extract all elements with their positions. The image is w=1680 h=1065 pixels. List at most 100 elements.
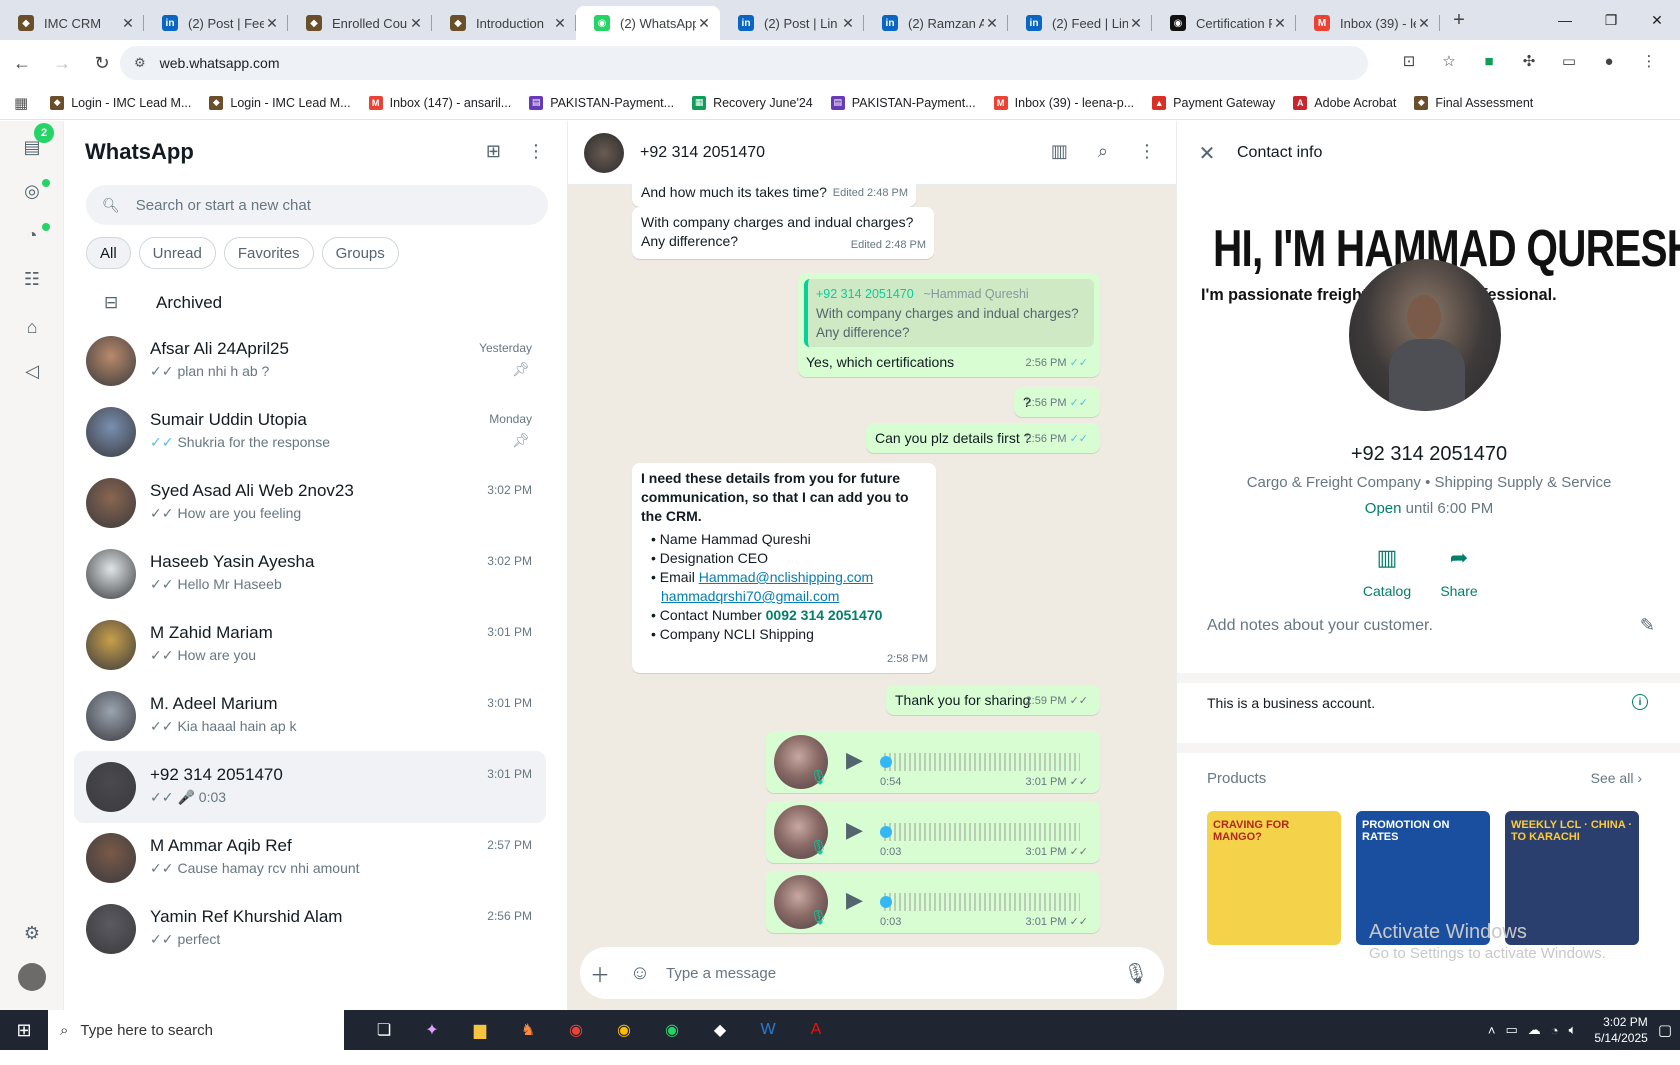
tab-close-icon[interactable]: ✕ [552,15,568,32]
install-app-icon[interactable]: ⊡ [1394,46,1424,76]
browser-tab[interactable]: in (2) Post | Feed ✕ [144,6,288,40]
browser-tab[interactable]: ◆ Enrolled Cour ✕ [288,6,432,40]
tab-close-icon[interactable]: ✕ [840,15,856,32]
voice-message[interactable]: 🎙︎ ▶ 0:54 3:01 PM ✓✓ [766,731,1100,793]
bookmark-item[interactable]: ▦ Recovery June'24 [692,95,813,110]
browser-tab[interactable]: ◆ IMC CRM ✕ [0,6,144,40]
bookmark-item[interactable]: ▤ PAKISTAN-Payment... [830,95,976,110]
message-input[interactable]: Type a message [660,965,1116,982]
waveform[interactable] [884,893,1080,911]
bookmark-item[interactable]: M Inbox (39) - leena-p... [993,95,1134,110]
profile-photo[interactable] [1349,259,1501,411]
chat-avatar[interactable] [86,691,136,741]
forward-icon[interactable]: → [44,45,80,81]
chat-row[interactable]: +92 314 2051470 ✓✓ 🎤 0:03 3:01 PM [74,751,546,823]
site-info-icon[interactable]: ⚙ [134,55,146,71]
filter-chip[interactable]: All [86,237,131,269]
browser-tab[interactable]: in (2) Feed | Link ✕ [1008,6,1152,40]
copilot-icon[interactable]: ✦ [408,1010,456,1050]
new-tab-icon[interactable]: + [1444,9,1474,32]
share-button[interactable]: ➦ Share [1423,545,1495,599]
playhead[interactable] [880,896,892,908]
chat-row[interactable]: Yamin Ref Khurshid Alam ✓✓ perfect 2:56 P… [74,893,546,965]
acrobat-icon[interactable]: A [792,1010,840,1050]
see-all-link[interactable]: See all › [1591,770,1642,786]
profile-avatar-icon[interactable]: ● [1594,46,1624,76]
wifi-icon[interactable]: ◔ [1551,1023,1559,1038]
browser-tab[interactable]: ◆ Introduction ✕ [432,6,576,40]
email-link-2[interactable]: hammadqrshi70@gmail.com [661,588,839,604]
browser-tab[interactable]: ◉ (2) WhatsApp ✕ [576,6,720,40]
browser-tab[interactable]: in (2) Ramzan Al ✕ [864,6,1008,40]
url-input[interactable]: ⚙ web.whatsapp.com [120,46,1368,80]
archived-row[interactable]: ⊟ Archived [104,281,222,325]
new-chat-icon[interactable]: ⊞ [486,141,501,162]
waveform[interactable] [884,753,1080,771]
settings-icon[interactable]: ⚙ [18,919,46,947]
chat-row[interactable]: M Zahid Mariam ✓✓ How are you 3:01 PM [74,609,546,681]
contact-avatar[interactable] [584,132,624,173]
bookmark-star-icon[interactable]: ☆ [1434,46,1464,76]
sidepanel-icon[interactable]: ▭ [1554,46,1584,76]
sticker-icon[interactable]: ☺ [620,962,660,985]
menu-icon[interactable]: ⋮ [527,141,545,162]
conversation-menu-icon[interactable]: ⋮ [1138,141,1156,162]
bookmark-item[interactable]: M Inbox (147) - ansaril... [368,95,511,110]
chat-row[interactable]: Syed Asad Ali Web 2nov23 ✓✓ How are you f… [74,467,546,539]
conversation-header[interactable]: +92 314 2051470 ▥ ⌕ ⋮ [568,121,1176,185]
chat-avatar[interactable] [86,833,136,883]
app-icon[interactable]: ◆ [696,1010,744,1050]
filter-chip[interactable]: Unread [138,237,216,269]
chrome-icon[interactable]: ◉ [552,1010,600,1050]
tab-close-icon[interactable]: ✕ [120,15,136,32]
chrome-menu-icon[interactable]: ⋮ [1634,46,1664,76]
apps-grid-icon[interactable]: ▦ [14,94,28,112]
browser-tab[interactable]: in (2) Post | Lin ✕ [720,6,864,40]
chat-avatar[interactable] [86,336,136,386]
attach-plus-icon[interactable]: ＋ [580,959,620,988]
message-bubble[interactable]: I need these details from you for future… [632,463,936,673]
file-explorer-icon[interactable]: ▆ [456,1010,504,1050]
notifications-icon[interactable]: ▢ [1658,1021,1672,1039]
cloud-icon[interactable]: ☁ [1528,1022,1541,1038]
chat-row[interactable]: M Ammar Aqib Ref ✓✓ Cause hamay rcv nhi a… [74,822,546,894]
message-bubble[interactable]: Can you plz details first ? 2:56 PM ✓✓ [866,423,1100,453]
bookmark-item[interactable]: ▤ PAKISTAN-Payment... [529,95,674,110]
playhead[interactable] [880,756,892,768]
chat-row[interactable]: M. Adeel Marium ✓✓ Kia haaal hain ap k 3:… [74,680,546,752]
tray-chevron-icon[interactable]: ˄ [1488,1023,1496,1038]
word-icon[interactable]: W [744,1010,792,1050]
extension-icon[interactable]: ■ [1474,46,1504,76]
back-icon[interactable]: ← [4,45,40,81]
email-link-1[interactable]: Hammad@nclishipping.com [699,569,874,585]
bookmark-item[interactable]: ◆ Login - IMC Lead M... [209,95,351,110]
microphone-icon[interactable]: 🎙︎ [1116,961,1156,986]
tab-close-icon[interactable]: ✕ [408,15,424,32]
tab-close-icon[interactable]: ✕ [984,15,1000,32]
bookmark-item[interactable]: ◆ Final Assessment [1414,95,1533,110]
play-icon[interactable]: ▶ [846,817,863,843]
chat-avatar[interactable] [86,549,136,599]
catalog-button[interactable]: ▥ Catalog [1351,545,1423,599]
product-thumbnail[interactable]: CRAVING FOR MANGO? [1207,811,1341,945]
browser-tab[interactable]: ◉ Certification F ✕ [1152,6,1296,40]
chrome-profile-icon[interactable]: ◉ [600,1010,648,1050]
speaker-icon[interactable]: 🔈︎ [1569,1022,1577,1038]
voice-message[interactable]: 🎙︎ ▶ 0:03 3:01 PM ✓✓ [766,871,1100,933]
chat-avatar[interactable] [86,762,136,812]
message-bubble[interactable]: ? 2:56 PM ✓✓ [1014,387,1100,417]
chat-avatar[interactable] [86,407,136,457]
app-icon[interactable]: ♞ [504,1010,552,1050]
bookmark-item[interactable]: ◆ Login - IMC Lead M... [50,95,191,110]
communities-icon[interactable]: ☷ [18,265,46,293]
close-icon[interactable]: ✕ [1177,141,1237,166]
whatsapp-icon[interactable]: ◉ [648,1010,696,1050]
message-bubble[interactable]: +92 314 2051470 ~Hammad Qureshi With com… [798,273,1100,377]
search-messages-icon[interactable]: ⌕ [1098,141,1108,162]
chat-avatar[interactable] [86,904,136,954]
close-window-icon[interactable]: ✕ [1634,0,1680,40]
voice-message[interactable]: 🎙︎ ▶ 0:03 3:01 PM ✓✓ [766,801,1100,863]
clock[interactable]: 3:02 PM 5/14/2025 [1594,1014,1647,1046]
tab-close-icon[interactable]: ✕ [1416,15,1432,32]
pencil-icon[interactable]: ✎ [1640,615,1655,636]
